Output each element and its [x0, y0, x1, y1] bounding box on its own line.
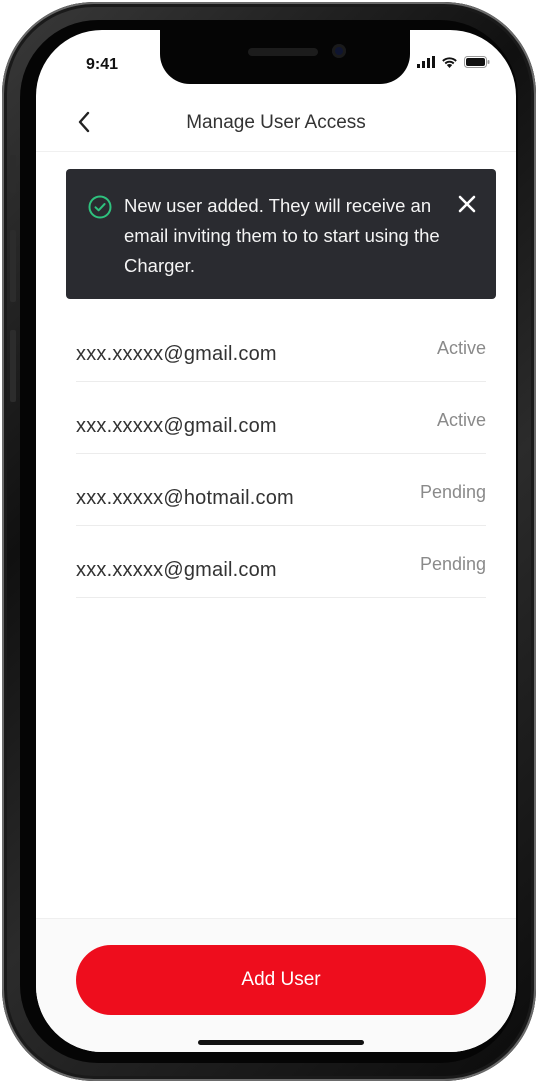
user-row[interactable]: xxx.xxxxx@gmail.com Active — [76, 310, 486, 382]
user-email: xxx.xxxxx@gmail.com — [76, 559, 277, 581]
notch — [160, 30, 410, 84]
speaker-grille — [248, 48, 318, 56]
volume-up-button — [10, 230, 16, 302]
canvas: 9:41 Manage User Access New user added. … — [0, 0, 536, 1081]
front-camera — [332, 44, 346, 58]
nav-header: Manage User Access — [36, 102, 516, 152]
user-row[interactable]: xxx.xxxxx@gmail.com Active — [76, 382, 486, 454]
success-toast: New user added. They will receive an ema… — [66, 169, 496, 299]
user-row[interactable]: xxx.xxxxx@hotmail.com Pending — [76, 454, 486, 526]
user-email: xxx.xxxxx@gmail.com — [76, 415, 277, 437]
toast-message: New user added. They will receive an ema… — [124, 195, 440, 276]
status-time: 9:41 — [86, 56, 119, 73]
add-user-button[interactable]: Add User — [76, 945, 486, 1015]
volume-down-button — [10, 330, 16, 402]
screen: 9:41 Manage User Access New user added. … — [36, 30, 516, 1052]
wifi-icon — [442, 57, 457, 68]
user-status: Active — [436, 338, 486, 358]
user-status: Pending — [419, 554, 486, 574]
check-circle-icon — [88, 195, 112, 219]
user-email: xxx.xxxxx@hotmail.com — [76, 487, 294, 509]
page-title: Manage User Access — [186, 112, 366, 133]
user-status: Active — [436, 410, 486, 430]
signal-icon — [417, 56, 435, 68]
silent-switch — [10, 155, 16, 193]
status-icons — [417, 56, 490, 68]
home-indicator[interactable] — [198, 1040, 364, 1045]
user-row[interactable]: xxx.xxxxx@gmail.com Pending — [76, 526, 486, 598]
bottom-bar: Add User — [36, 918, 516, 1052]
user-email: xxx.xxxxx@gmail.com — [76, 343, 277, 365]
close-icon[interactable] — [456, 193, 478, 215]
user-status: Pending — [419, 482, 486, 502]
user-list: xxx.xxxxx@gmail.com Active xxx.xxxxx@gma… — [76, 310, 486, 598]
battery-icon — [464, 56, 490, 68]
